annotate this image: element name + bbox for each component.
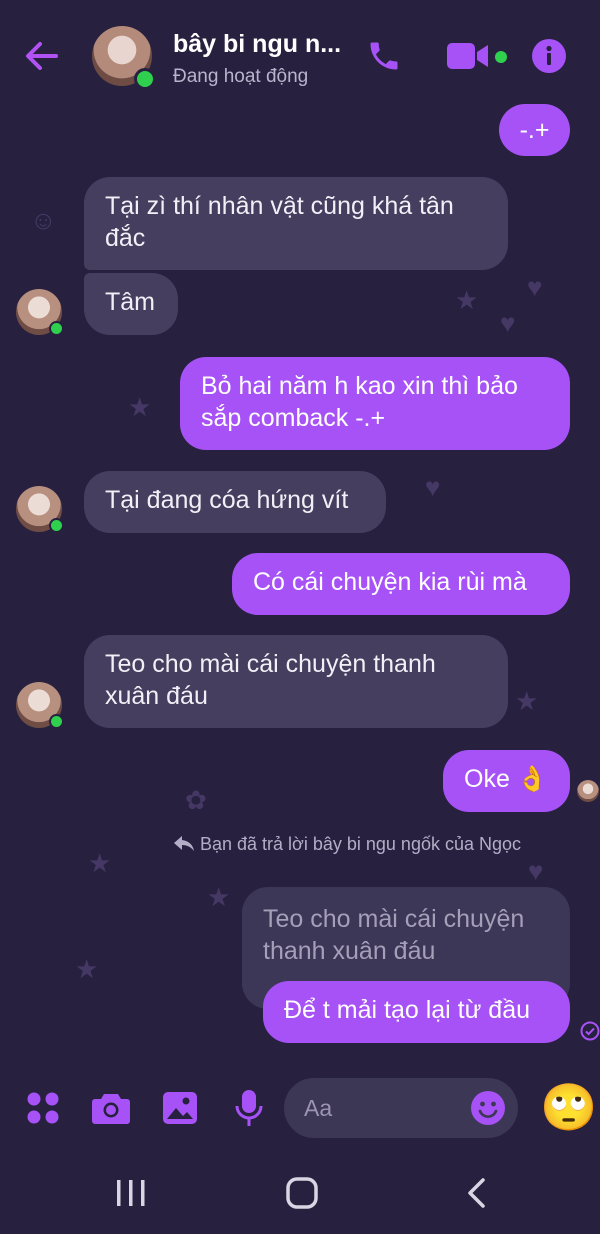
bg-decoration: ★ [455,285,479,315]
phone-call-icon[interactable] [366,38,402,79]
bg-decoration: ★ [128,392,152,422]
video-call-icon[interactable] [446,40,490,77]
contact-name[interactable]: bây bi ngu n... [173,30,341,59]
seen-avatar [577,780,599,802]
system-nav-bar [0,1145,600,1234]
bg-decoration: ★ [207,882,231,912]
incoming-message[interactable]: Teo cho mài cái chuyện thanh xuân đáu [84,635,508,728]
bg-decoration: ☺ [30,205,57,235]
emoji-picker-icon[interactable] [470,1090,506,1131]
info-icon[interactable] [532,39,566,78]
reply-notice: Bạn đã trả lời bây bi ngu ngốk của Ngọc [200,834,522,854]
online-indicator [49,321,64,336]
bg-decoration: ✿ [185,785,207,815]
bg-decoration: ♥ [500,308,516,338]
bg-decoration: ♥ [425,472,441,502]
bg-decoration: ♥ [528,856,544,886]
back-arrow-icon[interactable] [22,36,62,76]
camera-icon[interactable] [92,1091,130,1130]
outgoing-message[interactable]: -.+ [499,104,570,156]
bg-decoration: ★ [88,848,112,878]
chat-header: bây bi ngu n... Đang hoạt động [0,0,600,110]
home-icon[interactable] [286,1177,318,1214]
outgoing-message[interactable]: Oke 👌 [443,750,570,812]
incoming-message[interactable]: Tâm [84,273,178,335]
quick-reaction-emoji[interactable]: 🙄 [540,1081,597,1133]
outgoing-message[interactable]: Bỏ hai năm h kao xin thì bảo sắp comback… [180,357,570,450]
video-active-dot [495,51,507,63]
active-status: Đang hoạt động [173,66,309,87]
outgoing-message[interactable]: Có cái chuyện kia rùi mà [232,553,570,615]
back-nav-icon[interactable] [466,1178,486,1213]
bg-decoration: ★ [75,954,99,984]
reply-arrow-icon [174,836,194,857]
more-apps-icon[interactable] [26,1091,60,1130]
bg-decoration: ♥ [527,272,543,302]
sent-check-icon [580,1021,600,1046]
online-indicator [49,714,64,729]
incoming-message[interactable]: Tại đang cóa hứng vít [84,471,386,533]
microphone-icon[interactable] [234,1089,264,1132]
recent-apps-icon[interactable] [115,1179,147,1212]
outgoing-message[interactable]: Để t mải tạo lại từ đầu [263,981,570,1043]
online-indicator [134,68,156,90]
gallery-icon[interactable] [162,1091,198,1130]
online-indicator [49,518,64,533]
bg-decoration: ★ [515,686,539,716]
incoming-message[interactable]: Tại zì thí nhân vật cũng khá tân đắc [84,177,508,270]
